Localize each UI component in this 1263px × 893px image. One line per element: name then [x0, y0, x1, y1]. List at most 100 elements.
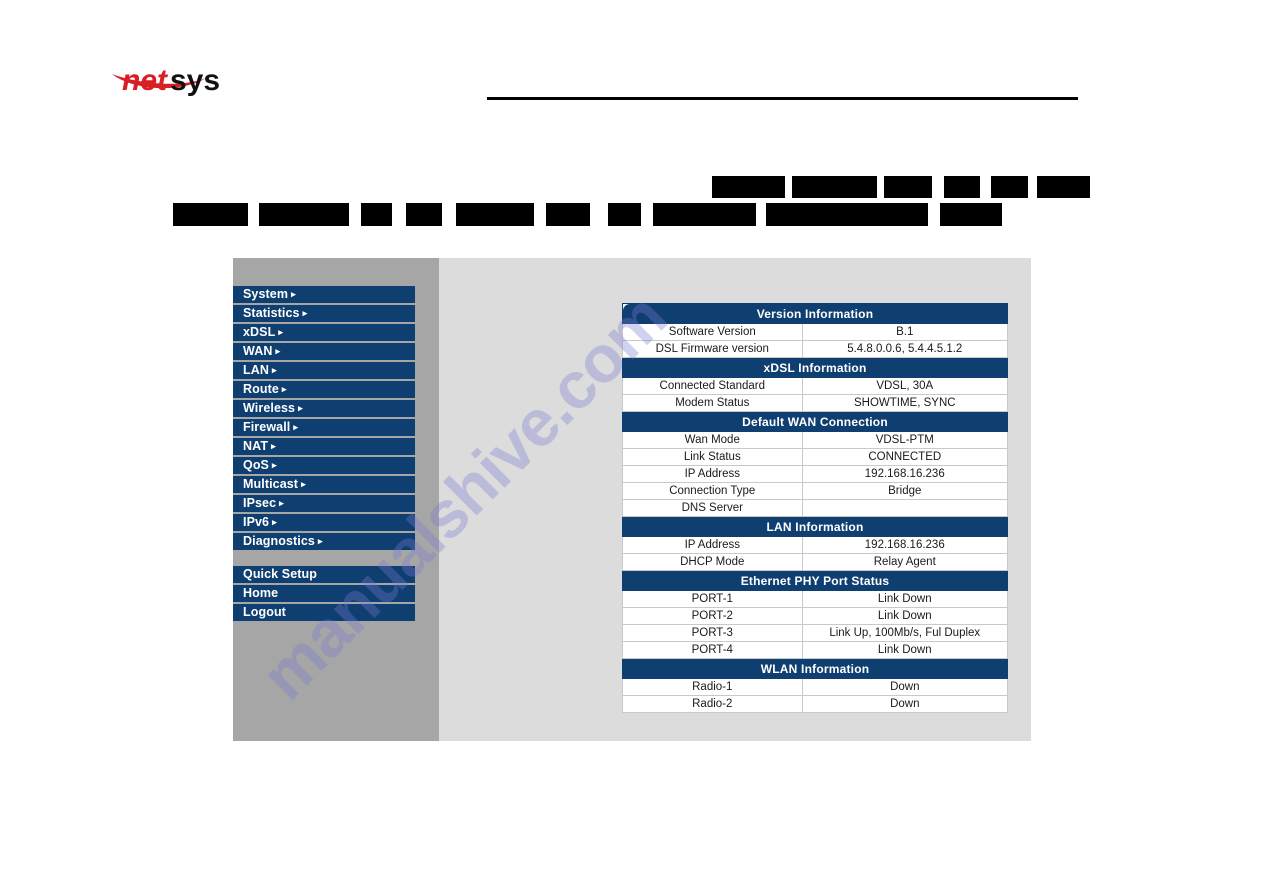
sidebar-item-xdsl[interactable]: xDSL ▸	[233, 324, 415, 341]
table-row: DSL Firmware version 5.4.8.0.0.6, 5.4.4.5…	[622, 340, 1009, 358]
sidebar-item-statistics[interactable]: Statistics ▸	[233, 305, 415, 322]
redacted-text-block	[259, 203, 349, 226]
chevron-right-icon: ▸	[275, 346, 281, 356]
router-web-ui-panel: System ▸ Statistics ▸ xDSL ▸ WAN ▸ LAN ▸ Route ▸ Wir…	[233, 258, 1031, 741]
sidebar-item-route[interactable]: Route ▸	[233, 381, 415, 398]
row-label: PORT-1	[622, 590, 803, 608]
sidebar-item-lan[interactable]: LAN ▸	[233, 362, 415, 379]
section-header-row: xDSL Information	[622, 357, 1008, 378]
redacted-text-block	[940, 203, 1002, 226]
sidebar-item-firewall[interactable]: Firewall ▸	[233, 419, 415, 436]
redacted-text-block	[608, 203, 641, 226]
redacted-text-block	[406, 203, 442, 226]
row-value: Link Up, 100Mb/s, Ful Duplex	[801, 624, 1009, 642]
table-row: Modem Status SHOWTIME, SYNC	[622, 394, 1009, 412]
row-label: Radio-1	[622, 678, 803, 696]
chevron-right-icon: ▸	[278, 327, 283, 337]
row-value: Bridge	[801, 482, 1009, 500]
row-label: Connection Type	[622, 482, 803, 500]
row-label: PORT-4	[622, 641, 803, 659]
row-value: 5.4.8.0.0.6, 5.4.4.5.1.2	[801, 340, 1009, 358]
sidebar-item-label: xDSL	[243, 325, 276, 339]
sidebar-item-label: Statistics	[243, 306, 300, 320]
table-row: DHCP Mode Relay Agent	[622, 553, 1009, 571]
svg-text:net: net	[122, 64, 169, 97]
redacted-text-block	[991, 176, 1028, 198]
row-label: Wan Mode	[622, 431, 803, 449]
sidebar-menu-primary: System ▸ Statistics ▸ xDSL ▸ WAN ▸ LAN ▸ Route ▸ Wir…	[233, 286, 415, 552]
sidebar-item-wan[interactable]: WAN ▸	[233, 343, 415, 360]
sidebar-item-system[interactable]: System ▸	[233, 286, 415, 303]
sidebar-item-label: Quick Setup	[243, 567, 318, 581]
row-label: Modem Status	[622, 394, 803, 412]
sidebar-item-ipv6[interactable]: IPv6 ▸	[233, 514, 415, 531]
section-title: xDSL Information	[622, 357, 1008, 378]
chevron-right-icon: ▸	[279, 498, 284, 508]
sidebar-item-label: WAN	[243, 344, 273, 358]
sidebar-item-qos[interactable]: QoS ▸	[233, 457, 415, 474]
table-row: Software Version B.1	[622, 323, 1009, 341]
row-value: VDSL, 30A	[801, 377, 1009, 395]
table-row: PORT-3 Link Up, 100Mb/s, Ful Duplex	[622, 624, 1009, 642]
sidebar-item-label: Logout	[243, 605, 286, 619]
table-row: Connected Standard VDSL, 30A	[622, 377, 1009, 395]
section-header-row: WLAN Information	[622, 658, 1008, 679]
table-row: Link Status CONNECTED	[622, 448, 1009, 466]
table-row: Radio-1 Down	[622, 678, 1009, 696]
sidebar-item-label: NAT	[243, 439, 269, 453]
chevron-right-icon: ▸	[317, 536, 323, 546]
redacted-text-block	[653, 203, 756, 226]
sidebar-item-ipsec[interactable]: IPsec ▸	[233, 495, 415, 512]
row-value: 192.168.16.236	[801, 536, 1009, 554]
sidebar-item-label: Firewall	[243, 420, 291, 434]
row-value: SHOWTIME, SYNC	[801, 394, 1009, 412]
redacted-text-block	[361, 203, 392, 226]
section-title: WLAN Information	[622, 658, 1008, 679]
netsys-logo: net sys	[110, 56, 240, 102]
table-row: Connection Type Bridge	[622, 482, 1009, 500]
row-value: Down	[801, 678, 1009, 696]
row-value: Link Down	[801, 607, 1009, 625]
row-value: Down	[801, 695, 1009, 713]
sidebar-item-label: IPsec	[243, 496, 277, 510]
redacted-text-block	[712, 176, 785, 198]
row-label: PORT-3	[622, 624, 803, 642]
sidebar-item-label: System	[243, 287, 289, 301]
chevron-right-icon: ▸	[281, 384, 287, 394]
table-row: IP Address 192.168.16.236	[622, 465, 1009, 483]
redacted-text-block	[884, 176, 932, 198]
sidebar-item-nat[interactable]: NAT ▸	[233, 438, 415, 455]
sidebar-item-label: Wireless	[243, 401, 296, 415]
row-value: 192.168.16.236	[801, 465, 1009, 483]
sidebar-item-logout[interactable]: Logout	[233, 604, 415, 621]
chevron-right-icon: ▸	[293, 422, 298, 432]
row-value	[801, 499, 1009, 517]
chevron-right-icon: ▸	[302, 308, 308, 318]
svg-text:sys: sys	[170, 64, 220, 97]
sidebar-item-quick-setup[interactable]: Quick Setup	[233, 566, 415, 583]
sidebar-item-wireless[interactable]: Wireless ▸	[233, 400, 415, 417]
sidebar-navigation: System ▸ Statistics ▸ xDSL ▸ WAN ▸ LAN ▸ Route ▸ Wir…	[233, 258, 439, 741]
redacted-text-block	[766, 203, 928, 226]
row-label: Link Status	[622, 448, 803, 466]
chevron-right-icon: ▸	[271, 441, 276, 451]
chevron-right-icon: ▸	[272, 365, 277, 375]
row-value: Relay Agent	[801, 553, 1009, 571]
redacted-text-block	[792, 176, 877, 198]
row-value: VDSL-PTM	[801, 431, 1009, 449]
sidebar-item-multicast[interactable]: Multicast ▸	[233, 476, 415, 493]
section-header-row: Default WAN Connection	[622, 411, 1008, 432]
sidebar-item-diagnostics[interactable]: Diagnostics ▸	[233, 533, 415, 550]
row-label: DSL Firmware version	[622, 340, 803, 358]
table-row: Wan Mode VDSL-PTM	[622, 431, 1009, 449]
section-title: Version Information	[622, 303, 1008, 324]
sidebar-item-label: LAN	[243, 363, 269, 377]
sidebar-item-home[interactable]: Home	[233, 585, 415, 602]
redacted-text-block	[1037, 176, 1090, 198]
row-value: Link Down	[801, 590, 1009, 608]
section-title: LAN Information	[622, 516, 1008, 537]
table-row: PORT-4 Link Down	[622, 641, 1009, 659]
row-label: DNS Server	[622, 499, 803, 517]
chevron-right-icon: ▸	[301, 479, 306, 489]
section-header-row: Version Information	[622, 303, 1008, 324]
